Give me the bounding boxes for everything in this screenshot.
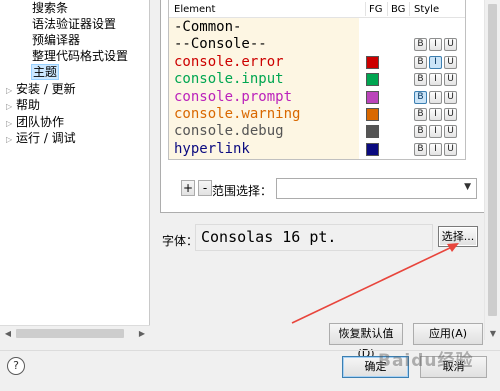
scope-label: 范围选择：	[212, 184, 273, 198]
scroll-right-icon[interactable]: ▶	[135, 327, 149, 340]
header-divider	[409, 2, 410, 16]
style-element-label[interactable]: console.prompt	[174, 89, 292, 106]
scroll-down-icon[interactable]: ▼	[485, 329, 500, 338]
style-element-label[interactable]: console.debug	[174, 123, 284, 140]
fg-color-swatch[interactable]	[366, 125, 379, 139]
tree-item-help[interactable]: ▷ 帮助	[6, 97, 40, 113]
select-font-button[interactable]: 选择...	[438, 226, 478, 247]
style-i-button[interactable]: I	[429, 108, 442, 121]
fg-color-swatch[interactable]	[366, 73, 379, 87]
column-header-style[interactable]: Style	[414, 4, 439, 15]
header-divider	[365, 2, 366, 16]
header-divider	[387, 2, 388, 16]
style-u-button[interactable]: U	[444, 90, 457, 104]
tree-item-team[interactable]: ▷ 团队协作	[6, 114, 64, 130]
preferences-tree[interactable]: 搜索条 语法验证器设置 预编译器 整理代码格式设置 主题 ▷ 安装 / 更新 ▷ 帮…	[0, 0, 150, 340]
tree-item-label: 安装 / 更新	[16, 82, 76, 96]
style-b-button[interactable]: B	[414, 108, 427, 121]
style-b-button[interactable]: B	[414, 38, 427, 52]
apply-button[interactable]: 应用(A)	[413, 323, 483, 345]
expand-arrow-icon[interactable]: ▷	[6, 99, 16, 115]
tree-horizontal-scrollbar[interactable]: ◀ ▶	[0, 325, 150, 340]
watermark-logo: Baidu经验	[378, 351, 474, 371]
style-element-label[interactable]: ...	[174, 158, 199, 159]
style-b-button[interactable]: B	[414, 90, 427, 104]
tree-item-search-bar[interactable]: 搜索条	[32, 0, 68, 16]
style-i-button[interactable]: I	[429, 38, 442, 52]
style-element-label[interactable]: console.error	[174, 54, 284, 71]
style-i-button[interactable]: I	[429, 125, 442, 139]
style-element-label[interactable]: -Common-	[174, 19, 241, 36]
chevron-down-icon[interactable]: ▼	[464, 182, 471, 192]
style-element-label[interactable]: hyperlink	[174, 141, 250, 158]
style-b-button[interactable]: B	[414, 125, 427, 139]
tree-item-theme[interactable]: 主题	[31, 64, 60, 80]
remove-button[interactable]: -	[198, 180, 212, 196]
style-b-button[interactable]: B	[414, 55, 427, 69]
style-i-button[interactable]: I	[429, 55, 442, 69]
scrollbar-thumb[interactable]	[16, 329, 124, 338]
style-i-button[interactable]: I	[429, 90, 442, 104]
column-header-fg[interactable]: FG	[369, 4, 383, 15]
tree-item-syntax-validator[interactable]: 语法验证器设置	[32, 16, 116, 32]
font-label: 字体：	[162, 234, 199, 248]
style-i-button[interactable]: I	[429, 73, 442, 87]
style-b-button[interactable]: B	[414, 73, 427, 87]
tree-item-run-debug[interactable]: ▷ 运行 / 调试	[6, 130, 76, 146]
theme-preferences-page: Element FG BG Style -Common- --Console-- B…	[151, 0, 500, 360]
tree-item-label: 搜索条	[32, 1, 69, 15]
tree-item-label: 整理代码格式设置	[32, 49, 129, 63]
column-header-element[interactable]: Element	[174, 4, 215, 15]
font-value-field: Consolas 16 pt.	[195, 224, 433, 251]
style-u-button[interactable]: U	[444, 38, 457, 52]
fg-color-swatch[interactable]	[366, 108, 379, 121]
page-vertical-scrollbar[interactable]: ▼	[484, 0, 500, 340]
tree-item-code-format[interactable]: 整理代码格式设置	[32, 48, 128, 64]
header-divider	[169, 17, 465, 18]
style-u-button[interactable]: U	[444, 55, 457, 69]
style-u-button[interactable]: U	[444, 73, 457, 87]
tree-item-label: 运行 / 调试	[16, 131, 76, 145]
tree-item-label: 语法验证器设置	[32, 17, 117, 31]
scrollbar-thumb[interactable]	[488, 4, 497, 316]
style-u-button[interactable]: U	[444, 108, 457, 121]
tree-item-label: 帮助	[16, 98, 41, 112]
style-b-button[interactable]: B	[414, 142, 427, 156]
style-element-label[interactable]: console.warning	[174, 106, 300, 123]
tree-item-precompiler[interactable]: 预编译器	[32, 32, 80, 48]
style-i-button[interactable]: I	[429, 142, 442, 156]
style-table[interactable]: Element FG BG Style -Common- --Console-- B…	[168, 0, 466, 160]
tree-item-label: 主题	[31, 64, 60, 80]
style-element-label[interactable]: --Console--	[174, 36, 267, 53]
style-u-button[interactable]: U	[444, 142, 457, 156]
fg-color-swatch[interactable]	[366, 55, 379, 69]
fg-color-swatch[interactable]	[366, 142, 379, 156]
expand-arrow-icon[interactable]: ▷	[6, 132, 16, 148]
column-header-bg[interactable]: BG	[391, 4, 405, 15]
scope-select[interactable]: ▼	[276, 178, 477, 199]
style-u-button[interactable]: U	[444, 125, 457, 139]
scroll-left-icon[interactable]: ◀	[1, 327, 15, 340]
tree-item-label: 预编译器	[32, 33, 81, 47]
tree-item-label: 团队协作	[16, 115, 65, 129]
style-element-label[interactable]: console.input	[174, 71, 284, 88]
tree-item-install-update[interactable]: ▷ 安装 / 更新	[6, 81, 76, 97]
restore-defaults-button[interactable]: 恢复默认值(D)	[329, 323, 403, 360]
add-button[interactable]: +	[181, 180, 195, 196]
fg-color-swatch[interactable]	[366, 90, 379, 104]
help-icon[interactable]: ?	[7, 357, 25, 375]
theme-editor-box: Element FG BG Style -Common- --Console-- B…	[160, 0, 491, 213]
